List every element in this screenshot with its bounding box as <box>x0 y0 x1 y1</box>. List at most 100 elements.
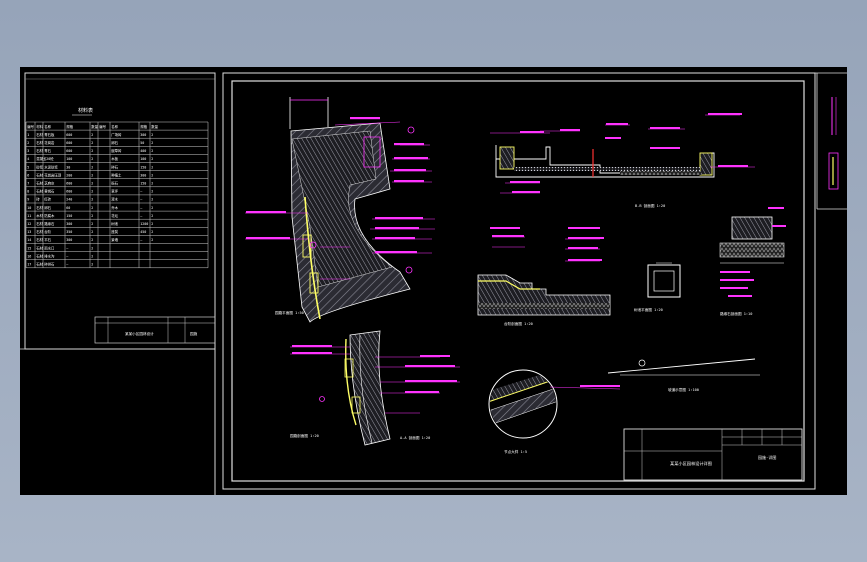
table-cell: 水泥砂浆 <box>44 164 58 169</box>
table-header-cell: 名称 <box>44 124 51 129</box>
table-cell: 2 <box>151 141 153 145</box>
table-cell: 花岗岩压顶 <box>44 172 62 177</box>
table-cell: 2 <box>91 246 93 250</box>
table-cell: 石材 <box>36 229 43 234</box>
table-header-cell: 名称 <box>111 124 118 129</box>
table-cell: 卵石 <box>44 205 51 210</box>
tree-pool-plan: 树池平面图 1:20 <box>634 262 681 312</box>
table-cell: 6 <box>27 173 29 177</box>
label-slope: 坡道示意图 1:100 <box>668 387 699 392</box>
left-stamp-title: 某某小区园林设计 <box>125 331 154 336</box>
right-legend-panel <box>815 72 847 210</box>
table-header-cell: 编号 <box>27 124 34 129</box>
table-cell: 300 <box>66 222 72 226</box>
table-cell: — <box>66 254 69 258</box>
table-cell: 2 <box>91 254 93 258</box>
table-cell: 600 <box>66 149 72 153</box>
table-cell: 排水沟 <box>44 253 55 258</box>
table-cell: 1 <box>27 133 29 137</box>
table-cell: 雨水口 <box>44 245 54 250</box>
table-cell: 11 <box>27 214 31 218</box>
table-cell: 150 <box>140 165 146 169</box>
table-cell: 2 <box>27 141 29 145</box>
table-cell: 卵石 <box>111 140 118 145</box>
table-cell: 景墙 <box>111 237 118 242</box>
table-cell: 灌木 <box>111 197 118 202</box>
table-cell: — <box>140 206 143 210</box>
table-header-cell: 数量 <box>151 124 158 129</box>
table-cell: 2 <box>91 157 93 161</box>
table-cell: 黄锈石 <box>44 189 55 194</box>
table-cell: — <box>66 263 69 267</box>
table-cell: 树池 <box>111 221 118 226</box>
table-cell: 9 <box>27 198 29 202</box>
table-cell: 2 <box>91 263 93 267</box>
table-cell: 600 <box>66 190 72 194</box>
table-cell: 150 <box>140 182 146 186</box>
table-cell: 2 <box>91 133 93 137</box>
table-cell: 嵌草砖 <box>111 148 122 153</box>
cad-drawing: 材料表 编号 材料 名称 规格 数量 编号 名称 规格 数量1 石材 青石板 600 2 广场砖 300 22… <box>20 72 847 495</box>
table-cell: 石材 <box>36 189 43 194</box>
table-cell: 200 <box>66 173 72 177</box>
table-header-cell: 数量 <box>91 124 98 129</box>
label-section-a: A-A 剖面图 1:20 <box>400 435 430 440</box>
table-cell: 2 <box>91 198 93 202</box>
table-cell: 石材 <box>36 181 43 186</box>
table-cell: 砾石 <box>111 181 118 186</box>
table-cell: 450 <box>140 230 146 234</box>
table-cell: 12 <box>27 222 31 226</box>
slope-diagram: 坡道示意图 1:100 <box>607 358 760 392</box>
table-cell: 30 <box>66 165 70 169</box>
table-cell: 240 <box>66 198 72 202</box>
table-cell: 石材 <box>36 205 43 210</box>
table-cell: 2 <box>151 157 153 161</box>
cad-drawing-canvas[interactable]: 材料表 编号 材料 名称 规格 数量 编号 名称 规格 数量 1 石材 青石板 600 2 广场砖 300 2 2… <box>20 67 847 495</box>
table-cell: 100 <box>140 157 146 161</box>
table-cell: 2 <box>151 238 153 242</box>
table-cell: 2 <box>151 133 153 137</box>
table-cell: C20砼 <box>44 156 54 161</box>
label-node: 节点大样 1:5 <box>504 449 527 454</box>
table-cell: 10 <box>27 206 31 210</box>
table-cell: 13 <box>27 230 31 234</box>
table-cell: 路缘石 <box>44 221 55 226</box>
table-cell: 2 <box>91 190 93 194</box>
table-cell: 2 <box>151 149 153 153</box>
table-cell: 350 <box>66 230 72 234</box>
table-cell: 广场砖 <box>111 132 122 137</box>
table-cell: 砖 <box>36 197 40 202</box>
table-cell: 300 <box>66 238 72 242</box>
table-cell: 2 <box>151 198 153 202</box>
title-block: 某某小区园林设计详图 园施-详图 <box>623 428 803 481</box>
table-cell: 种植土 <box>111 172 122 177</box>
wall-section-a: B-B 剖面图 1:20 <box>490 113 755 208</box>
table-cell: 2 <box>151 214 153 218</box>
table-cell: 青石 <box>44 148 51 153</box>
label-section-b: B-B 剖面图 1:20 <box>635 203 665 208</box>
table-cell: 600 <box>66 141 72 145</box>
table-cell: 木材 <box>36 213 43 218</box>
table-cell: 2 <box>91 206 93 210</box>
table-cell: 青石板 <box>44 132 55 137</box>
table-cell: 2 <box>91 238 93 242</box>
table-cell: 60 <box>66 206 70 210</box>
table-cell: 平石 <box>44 238 51 242</box>
material-table-title: 材料表 <box>78 107 93 114</box>
table-cell: 14 <box>27 238 31 242</box>
table-cell: 2 <box>151 165 153 169</box>
path-section-view: 园路剖面图 1:20 A-A 剖面图 1:20 <box>290 330 460 446</box>
table-cell: 2 <box>151 182 153 186</box>
table-header-cell: 材料 <box>36 124 43 129</box>
table-cell: 花坛 <box>111 213 118 218</box>
table-cell: 2 <box>151 222 153 226</box>
table-cell: 17 <box>27 263 31 267</box>
table-cell: 台阶 <box>44 229 51 234</box>
table-cell: 300 <box>140 173 146 177</box>
table-cell: 2 <box>91 173 93 177</box>
drawing-title: 某某小区园林设计详图 <box>670 460 712 467</box>
table-cell: 乔木 <box>111 205 118 210</box>
table-cell: — <box>140 238 143 242</box>
table-cell: 座凳 <box>111 229 118 234</box>
table-cell: 2 <box>91 182 93 186</box>
